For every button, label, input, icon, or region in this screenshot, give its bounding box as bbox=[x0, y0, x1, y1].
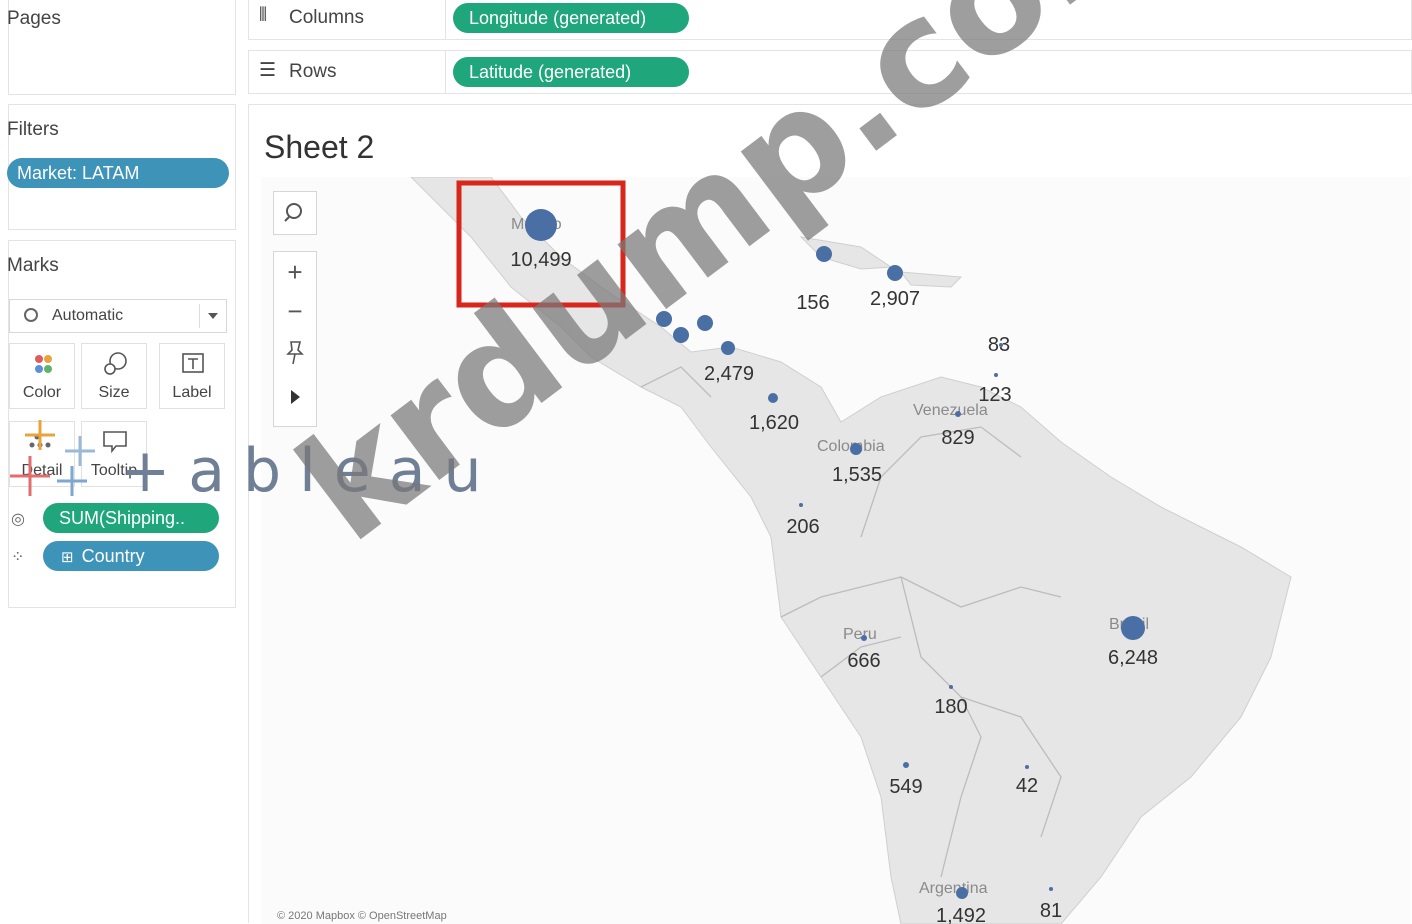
pin-icon bbox=[286, 341, 304, 365]
value-label-central-america: 2,479 bbox=[704, 363, 754, 385]
columns-label: Columns bbox=[289, 7, 364, 28]
rows-pill-latitude[interactable]: Latitude (generated) bbox=[453, 57, 689, 87]
filters-title: Filters bbox=[7, 119, 59, 140]
size-pill-shipping[interactable]: SUM(Shipping.. bbox=[43, 503, 219, 533]
map-search-button[interactable] bbox=[273, 191, 317, 235]
circle-mark-icon bbox=[24, 308, 38, 322]
detail-shelf-icon: ⁘ bbox=[11, 549, 25, 566]
size-button[interactable]: Size bbox=[81, 343, 147, 409]
rows-label: Rows bbox=[289, 61, 337, 82]
map-tool-stack: + − bbox=[273, 251, 317, 427]
value-label-caribbean-4: 123 bbox=[978, 384, 1011, 406]
color-button[interactable]: Color bbox=[9, 343, 75, 409]
mark-central-america-4 bbox=[721, 341, 735, 355]
map-view[interactable]: Mexico Venezuela Colombia Peru Brazil Ar… bbox=[261, 177, 1411, 924]
mark-type-dropdown[interactable]: Automatic bbox=[9, 299, 227, 333]
pages-title: Pages bbox=[7, 8, 61, 29]
mark-brazil bbox=[1121, 616, 1145, 640]
mark-chile bbox=[903, 762, 909, 768]
pin-map-button[interactable] bbox=[274, 332, 316, 376]
value-label-chile: 549 bbox=[889, 776, 922, 798]
value-label-caribbean-3: 83 bbox=[988, 334, 1010, 356]
value-label-brazil: 6,248 bbox=[1108, 647, 1158, 669]
expand-icon: ⊞ bbox=[61, 549, 74, 566]
marks-title: Marks bbox=[7, 255, 59, 276]
size-icon bbox=[104, 352, 127, 375]
label-button[interactable]: Label bbox=[159, 343, 225, 409]
pages-card: Pages bbox=[7, 0, 236, 95]
mark-panama bbox=[768, 393, 778, 403]
mark-uruguay bbox=[1049, 887, 1053, 891]
value-label-colombia: 1,535 bbox=[832, 464, 882, 486]
label-label: Label bbox=[172, 384, 212, 401]
value-label-peru: 666 bbox=[847, 650, 880, 672]
mark-venezuela bbox=[955, 411, 961, 417]
tableau-cross-logo bbox=[10, 420, 95, 496]
color-label: Color bbox=[22, 384, 62, 401]
detail-pill-label: Country bbox=[81, 546, 145, 566]
mark-caribbean-1 bbox=[816, 246, 832, 262]
country-label-peru: Peru bbox=[843, 626, 877, 643]
plus-icon: + bbox=[287, 257, 303, 287]
minus-icon: − bbox=[287, 296, 303, 326]
zoom-out-button[interactable]: − bbox=[274, 292, 316, 332]
detail-pill-country[interactable]: ⊞ Country bbox=[43, 541, 219, 571]
value-label-ecuador: 206 bbox=[786, 516, 819, 538]
sheet-title: Sheet 2 bbox=[264, 129, 375, 165]
color-icon bbox=[35, 355, 52, 373]
value-label-venezuela: 829 bbox=[941, 427, 974, 449]
country-label-argentina: Argentina bbox=[919, 880, 988, 897]
rows-icon: ☰ bbox=[259, 60, 277, 81]
value-label-caribbean-2: 2,907 bbox=[870, 288, 920, 310]
mark-colombia bbox=[850, 443, 862, 455]
filter-pill-market[interactable]: Market: LATAM bbox=[7, 158, 229, 188]
filters-card: Filters Market: LATAM bbox=[7, 104, 236, 230]
value-label-uruguay: 81 bbox=[1040, 900, 1062, 922]
mark-paraguay bbox=[1025, 765, 1029, 769]
columns-pill-longitude[interactable]: Longitude (generated) bbox=[453, 3, 689, 33]
mark-argentina bbox=[956, 887, 968, 899]
columns-icon: ⫴ bbox=[259, 5, 267, 26]
text-label-icon bbox=[182, 353, 204, 373]
mark-peru bbox=[861, 635, 867, 641]
search-icon bbox=[284, 203, 302, 222]
mark-bolivia bbox=[949, 685, 953, 689]
mark-type-label: Automatic bbox=[52, 307, 124, 324]
zoom-in-button[interactable]: + bbox=[274, 252, 316, 292]
value-label-bolivia: 180 bbox=[934, 696, 967, 718]
mark-caribbean-2 bbox=[887, 265, 903, 281]
chevron-down-icon bbox=[208, 313, 218, 319]
size-label: Size bbox=[98, 384, 130, 401]
country-label-venezuela: Venezuela bbox=[913, 402, 988, 419]
map-credit: © 2020 Mapbox © OpenStreetMap bbox=[277, 910, 447, 922]
value-label-panama: 1,620 bbox=[749, 412, 799, 434]
mark-caribbean-4 bbox=[994, 373, 998, 377]
value-label-paraguay: 42 bbox=[1016, 775, 1038, 797]
size-shelf-icon: ◎ bbox=[11, 511, 25, 528]
mark-ecuador bbox=[799, 503, 803, 507]
value-label-caribbean-1: 156 bbox=[796, 292, 829, 314]
value-label-argentina: 1,492 bbox=[936, 905, 986, 924]
map-canvas: Mexico Venezuela Colombia Peru Brazil Ar… bbox=[410, 177, 1292, 924]
